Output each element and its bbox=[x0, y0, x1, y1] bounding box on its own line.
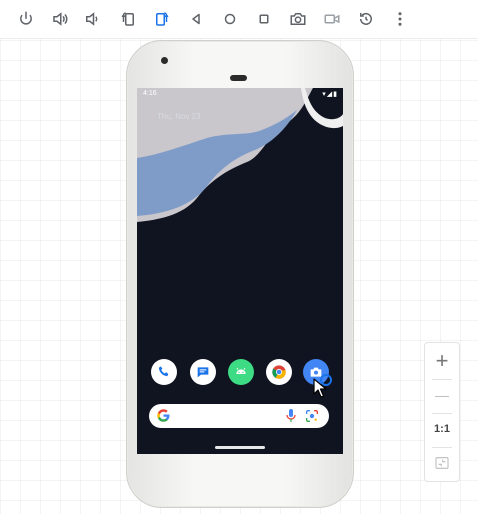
home-date[interactable]: Thu, Nov 23 bbox=[157, 112, 201, 121]
more-button[interactable] bbox=[388, 7, 412, 31]
zoom-divider bbox=[432, 379, 452, 380]
home-icon bbox=[224, 13, 236, 25]
back-button[interactable] bbox=[184, 7, 208, 31]
android-app[interactable] bbox=[228, 359, 254, 385]
home-button[interactable] bbox=[218, 7, 242, 31]
rotate-right-icon bbox=[156, 12, 169, 26]
messages-app[interactable] bbox=[190, 359, 216, 385]
power-button[interactable] bbox=[14, 7, 38, 31]
volume-up-button[interactable] bbox=[48, 7, 72, 31]
reset-button[interactable] bbox=[354, 7, 378, 31]
zoom-divider bbox=[432, 447, 452, 448]
fit-screen-button[interactable] bbox=[425, 449, 459, 477]
zoom-divider bbox=[432, 413, 452, 414]
gesture-nav-handle[interactable] bbox=[215, 446, 265, 449]
app-dock bbox=[137, 356, 343, 386]
actual-size-label: 1:1 bbox=[434, 423, 450, 435]
status-icons: ▾◢▮ bbox=[322, 91, 338, 98]
google-search-bar[interactable] bbox=[149, 404, 329, 428]
screenshot-camera-icon bbox=[290, 13, 306, 25]
google-g-icon bbox=[157, 409, 170, 422]
minus-icon: — bbox=[435, 387, 449, 403]
volume-up-icon bbox=[53, 12, 68, 26]
wallpaper bbox=[137, 88, 343, 222]
screenshot-button[interactable] bbox=[286, 7, 310, 31]
more-vert-icon bbox=[398, 12, 402, 26]
chrome-icon bbox=[272, 365, 286, 379]
screen-record-button[interactable] bbox=[320, 7, 344, 31]
zoom-controls: + — 1:1 bbox=[424, 342, 460, 482]
front-camera bbox=[161, 57, 168, 64]
touch-indicator bbox=[320, 374, 332, 386]
reset-icon bbox=[360, 12, 372, 25]
volume-down-button[interactable] bbox=[80, 7, 104, 31]
zoom-out-button[interactable]: — bbox=[425, 381, 459, 409]
earpiece-speaker bbox=[230, 75, 247, 81]
phone-icon bbox=[158, 366, 169, 377]
phone-app[interactable] bbox=[151, 359, 177, 385]
status-bar: 4:16 ▾◢▮ bbox=[137, 88, 343, 100]
screen-record-icon bbox=[324, 14, 340, 24]
device-frame: 4:16 ▾◢▮ Thu, Nov 23 bbox=[126, 40, 354, 508]
rotate-left-button[interactable] bbox=[116, 7, 140, 31]
device-screen[interactable]: 4:16 ▾◢▮ Thu, Nov 23 bbox=[137, 88, 343, 454]
overview-button[interactable] bbox=[252, 7, 276, 31]
chrome-app[interactable] bbox=[266, 359, 292, 385]
fit-screen-icon bbox=[435, 457, 449, 469]
emulator-toolbar bbox=[0, 0, 478, 39]
overview-icon bbox=[259, 14, 269, 24]
back-icon bbox=[192, 13, 200, 25]
rotate-left-icon bbox=[121, 12, 134, 26]
volume-down-icon bbox=[86, 12, 98, 26]
plus-icon: + bbox=[435, 348, 449, 373]
actual-size-button[interactable]: 1:1 bbox=[425, 415, 459, 443]
status-time: 4:16 bbox=[143, 90, 157, 97]
android-icon bbox=[236, 367, 246, 374]
mic-icon[interactable] bbox=[285, 408, 297, 424]
rotate-right-button[interactable] bbox=[150, 7, 174, 31]
messages-icon bbox=[197, 367, 209, 378]
zoom-in-button[interactable]: + bbox=[425, 347, 459, 375]
power-icon bbox=[20, 11, 32, 25]
lens-icon[interactable] bbox=[304, 408, 320, 424]
